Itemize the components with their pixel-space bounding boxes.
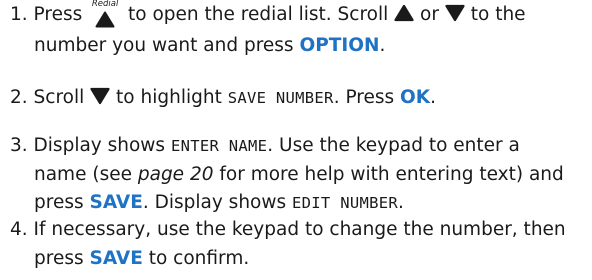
- step-4-line-2: press SAVE to confirm.: [0, 246, 592, 272]
- down-triangle-icon: [90, 87, 110, 105]
- step-3: 3. Display shows ENTER NAME. Use the key…: [0, 133, 592, 216]
- step-3-line-2: name (see page 20 for more help with ent…: [0, 162, 592, 188]
- step-text: for more help with entering text) and: [219, 164, 564, 185]
- save-key-label: SAVE: [89, 248, 143, 269]
- step-text: or: [420, 4, 439, 25]
- step-text: press: [34, 248, 84, 269]
- ok-key-label: OK: [400, 87, 431, 108]
- redial-up-key-icon: Redial: [88, 0, 122, 28]
- step-text: Press: [33, 4, 83, 25]
- option-key-label: OPTION: [299, 35, 380, 56]
- step-text: name (see: [34, 164, 132, 185]
- step-text: . Press: [333, 87, 395, 108]
- instruction-steps: 1. Press Redial to open the redial list.…: [0, 0, 592, 280]
- step-text: to the: [470, 4, 526, 25]
- down-triangle-icon: [445, 4, 465, 22]
- save-key-label: SAVE: [89, 192, 143, 213]
- step-text: press: [34, 192, 84, 213]
- step-text: Scroll: [33, 87, 85, 108]
- display-text: EDIT NUMBER: [292, 194, 398, 212]
- step-number: 3.: [10, 135, 28, 156]
- step-text: to confirm.: [148, 248, 250, 269]
- step-text: .: [397, 192, 404, 213]
- step-text: If necessary, use the keypad to change t…: [33, 219, 566, 240]
- step-number: 4.: [10, 219, 28, 240]
- step-text: .: [430, 87, 436, 108]
- step-1-line-2: number you want and press OPTION.: [0, 33, 592, 59]
- redial-key-label: Redial: [91, 0, 119, 9]
- display-text: SAVE NUMBER: [227, 89, 334, 107]
- step-number: 2.: [10, 87, 28, 108]
- step-text: Display shows: [33, 135, 166, 156]
- step-text: to open the redial list. Scroll: [128, 4, 389, 25]
- display-text: ENTER NAME: [170, 137, 268, 155]
- step-1-line-1: 1. Press Redial to open the redial list.…: [0, 0, 592, 28]
- step-text: .: [379, 35, 386, 56]
- step-text: number you want and press: [34, 35, 294, 56]
- step-text: . Use the keypad to enter a: [267, 135, 520, 156]
- step-2-line-1: 2. Scroll to highlight SAVE NUMBER. Pres…: [0, 85, 592, 111]
- step-2: 2. Scroll to highlight SAVE NUMBER. Pres…: [0, 85, 592, 111]
- step-number: 1.: [10, 4, 28, 25]
- step-3-line-1: 3. Display shows ENTER NAME. Use the key…: [0, 133, 592, 159]
- step-1: 1. Press Redial to open the redial list.…: [0, 0, 592, 59]
- step-text: to highlight: [116, 87, 222, 108]
- step-3-line-3: press SAVE. Display shows EDIT NUMBER.: [0, 190, 592, 216]
- page-reference: page 20: [137, 164, 214, 185]
- step-4: 4. If necessary, use the keypad to chang…: [0, 217, 592, 272]
- step-text: . Display shows: [142, 192, 287, 213]
- step-4-line-1: 4. If necessary, use the keypad to chang…: [0, 217, 592, 243]
- up-triangle-glyph: [95, 11, 115, 28]
- up-triangle-icon: [394, 4, 414, 22]
